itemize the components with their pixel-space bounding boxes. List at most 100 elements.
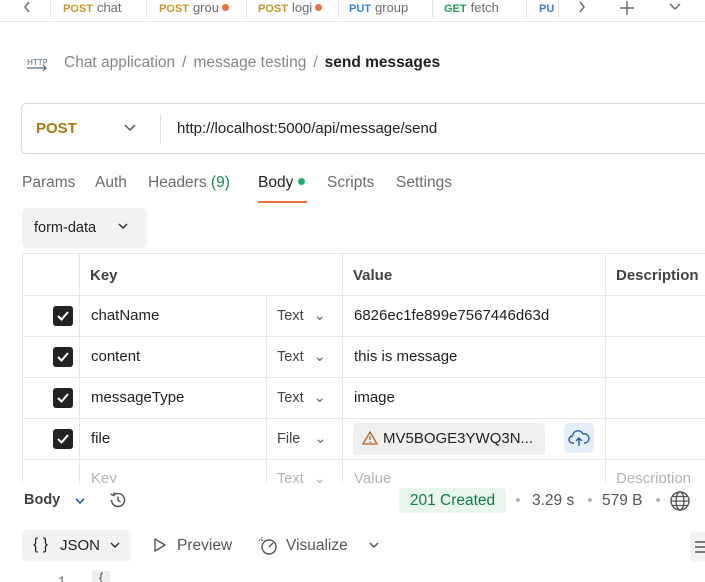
table-column-divider [266,295,267,483]
column-header-key: Key [90,267,118,284]
tab-method: POST [258,3,288,15]
response-time[interactable]: 3.29 s [532,492,574,510]
table-column-divider [79,254,80,483]
file-name: MV5BOGE3YWQ3N... [383,430,534,447]
row-type-select[interactable]: File ⌄ [277,431,327,447]
row-type-select[interactable]: Text ⌄ [277,349,326,365]
method-select[interactable]: POST [36,120,77,137]
row-value[interactable]: this is message [354,348,457,365]
tab-divider [246,0,247,18]
chevron-down-icon[interactable] [73,494,87,511]
collapsed-json-brace[interactable]: { [92,571,110,582]
placeholder-key[interactable]: Key [91,470,117,483]
breadcrumb-separator: / [313,54,318,71]
placeholder-description[interactable]: Description [616,470,691,483]
tab-put-partial[interactable]: PU [539,0,557,18]
chevron-down-icon[interactable] [664,0,686,18]
breadcrumb-separator: / [182,54,187,71]
chevron-down-icon: ⌄ [313,349,326,365]
tab-divider [432,0,433,18]
row-value[interactable]: 6826ec1fe899e7567446d63d [354,307,549,324]
response-format-dropdown[interactable]: { } JSON [22,530,131,562]
separator-dot [516,498,520,502]
tab-post-chat[interactable]: POST chat [63,0,135,18]
tab-headers-label: Headers [148,174,207,191]
row-checkbox[interactable] [53,429,73,449]
tab-scripts[interactable]: Scripts [327,174,374,192]
tab-divider [558,0,559,18]
tab-get-fetch[interactable]: GET fetch [444,0,518,18]
menu-icon[interactable] [690,532,705,562]
row-key[interactable]: messageType [91,389,184,406]
table-row-divider [23,377,705,378]
new-tab-plus-icon[interactable] [616,0,638,18]
chevron-left-icon[interactable] [16,0,38,18]
tab-method: POST [159,3,189,15]
globe-icon[interactable] [669,490,691,516]
tab-headers[interactable]: Headers (9) [148,174,230,192]
breadcrumb-folder[interactable]: message testing [193,54,306,71]
preview-button[interactable]: Preview [177,537,232,555]
chevron-down-icon: ⌄ [313,308,326,324]
file-chip[interactable]: MV5BOGE3YWQ3N... [353,423,545,455]
play-icon[interactable] [152,536,168,558]
tab-method: PUT [349,3,371,15]
tab-name: grou [192,0,219,15]
tab-settings[interactable]: Settings [396,174,452,192]
row-type-label: Text [277,349,304,365]
table-row-divider [23,336,705,337]
visualize-icon[interactable] [258,536,280,560]
status-badge[interactable]: 201 Created [399,488,506,513]
active-tab-underline [258,201,307,203]
tab-name: chat [96,0,122,15]
request-tab-strip: POST chat POST grou POST logi PUT group GET f… [0,0,705,22]
history-icon[interactable] [108,490,128,514]
row-key[interactable]: file [91,430,110,447]
placeholder-type[interactable]: Text ⌄ [277,471,326,483]
column-header-description: Description [616,267,699,284]
body-type-label: form-data [34,220,97,236]
row-checkbox[interactable] [53,347,73,367]
tab-body[interactable]: Body [258,174,306,192]
row-checkbox[interactable] [53,388,73,408]
tab-post-group[interactable]: POST grou [159,0,239,18]
tab-put-group[interactable]: PUT group [349,0,425,18]
tab-divider [50,0,51,18]
row-value[interactable]: image [354,389,395,406]
url-bar: POST http://localhost:5000/api/message/s… [21,103,705,154]
breadcrumb: Chat application / message testing / send me… [64,54,440,72]
response-body-label[interactable]: Body [24,492,60,508]
tab-params[interactable]: Params [22,174,75,192]
tab-divider [526,0,527,18]
chevron-down-icon: ⌄ [314,431,327,447]
chevron-down-icon[interactable] [123,120,137,137]
body-type-dropdown[interactable]: form-data [22,208,147,248]
tab-name: group [375,0,409,15]
http-request-icon: HTTP [26,53,50,73]
tab-auth[interactable]: Auth [95,174,127,192]
response-size[interactable]: 579 B [602,492,643,510]
placeholder-value[interactable]: Value [354,470,391,483]
row-type-select[interactable]: Text ⌄ [277,308,326,324]
row-type-select[interactable]: Text ⌄ [277,390,326,406]
visualize-button[interactable]: Visualize [286,537,348,555]
row-checkbox[interactable] [53,306,73,326]
tab-method: PU [539,3,555,15]
tab-divider [146,0,147,18]
chevron-down-icon[interactable] [367,538,381,556]
row-key[interactable]: content [91,348,140,365]
row-type-label: Text [277,390,304,406]
row-type-label: Text [277,308,304,324]
chevron-right-icon[interactable] [571,0,593,18]
cloud-upload-icon[interactable] [564,423,594,453]
warning-icon [361,430,379,450]
breadcrumb-request-name[interactable]: send messages [325,54,440,71]
url-input[interactable]: http://localhost:5000/api/message/send [177,120,437,137]
braces-icon: { } [33,536,49,553]
placeholder-type-label: Text [277,471,304,483]
breadcrumb-collection[interactable]: Chat application [64,54,175,71]
row-key[interactable]: chatName [91,307,159,324]
form-data-table: Key Value Description chatName Text ⌄ 682… [22,253,705,483]
tab-post-login[interactable]: POST logi [258,0,334,18]
row-type-label: File [277,431,301,447]
